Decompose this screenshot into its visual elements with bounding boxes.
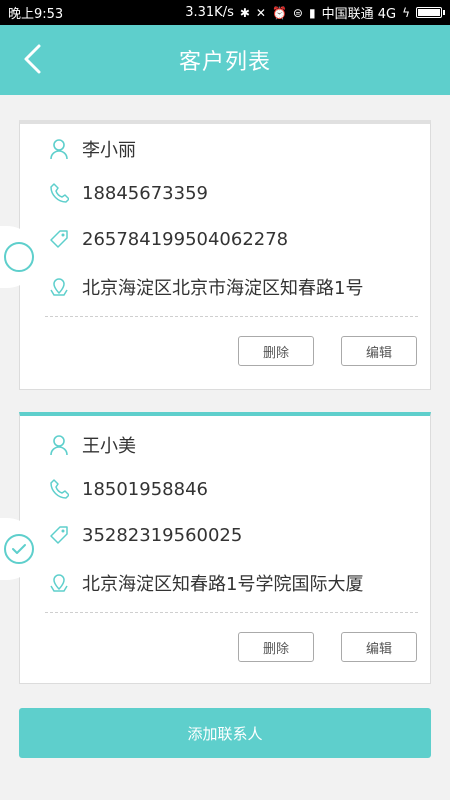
customer-id-row: 265784199504062278 (48, 228, 288, 250)
customer-phone: 18845673359 (82, 182, 208, 204)
customer-address-row: 北京海淀区北京市海淀区知春路1号 (48, 274, 363, 300)
checked-circle-icon (4, 534, 34, 564)
page-title: 客户列表 (178, 50, 271, 75)
alarm-icon: ⏰ (271, 5, 287, 20)
phone-icon (48, 182, 70, 204)
customer-name: 王小美 (82, 436, 136, 457)
map-pin-icon (48, 572, 70, 594)
battery-icon (416, 7, 445, 18)
status-time: 晚上9:53 (8, 7, 64, 22)
status-right: 3.31K/s ✱ ✕ ⏰ ⊜ ▮ 中国联通 4G ϟ (185, 3, 445, 22)
status-bar: 晚上9:53 3.31K/s ✱ ✕ ⏰ ⊜ ▮ 中国联通 4G ϟ (0, 0, 450, 25)
person-icon (48, 434, 70, 456)
customer-address-row: 北京海淀区知春路1号学院国际大厦 (48, 570, 363, 596)
customer-id-row: 35282319560025 (48, 524, 242, 546)
back-button[interactable] (14, 41, 50, 77)
network-speed: 3.31K/s (185, 5, 234, 20)
customer-name: 李小丽 (82, 140, 136, 161)
chevron-left-icon (24, 44, 41, 74)
customer-name-row: 王小美 (48, 432, 136, 458)
customer-id-number: 35282319560025 (82, 524, 243, 546)
header-bar: 客户列表 (0, 25, 450, 95)
person-icon (48, 138, 70, 160)
add-contact-button[interactable]: 添加联系人 (19, 708, 431, 758)
customer-phone-row: 18501958846 (48, 478, 208, 500)
signal-icon: ▮ (308, 5, 316, 20)
tag-icon (48, 228, 70, 250)
customer-address: 北京海淀区知春路1号学院国际大厦 (82, 574, 364, 595)
edit-button[interactable]: 编辑 (341, 336, 417, 366)
customer-card: 李小丽 18845673359 265784199504062278 北京海淀区… (19, 120, 431, 390)
customer-address: 北京海淀区北京市海淀区知春路1号 (82, 278, 364, 299)
unchecked-circle-icon (4, 242, 34, 272)
customer-phone-row: 18845673359 (48, 182, 208, 204)
card-divider (45, 316, 418, 317)
wifi-icon: ⊜ (292, 5, 303, 20)
phone-icon (48, 478, 70, 500)
map-pin-icon (48, 276, 70, 298)
customer-phone: 18501958846 (82, 478, 208, 500)
mute-icon: ✕ (255, 5, 266, 20)
customer-id-number: 265784199504062278 (82, 228, 289, 250)
customer-name-row: 李小丽 (48, 136, 136, 162)
charging-icon: ϟ (402, 5, 410, 20)
delete-button[interactable]: 删除 (238, 336, 314, 366)
card-divider (45, 612, 418, 613)
delete-button[interactable]: 删除 (238, 632, 314, 662)
tag-icon (48, 524, 70, 546)
carrier-label: 中国联通 4G (321, 7, 397, 22)
edit-button[interactable]: 编辑 (341, 632, 417, 662)
customer-card: 王小美 18501958846 35282319560025 北京海淀区知春路1… (19, 412, 431, 684)
bluetooth-icon: ✱ (239, 5, 250, 20)
